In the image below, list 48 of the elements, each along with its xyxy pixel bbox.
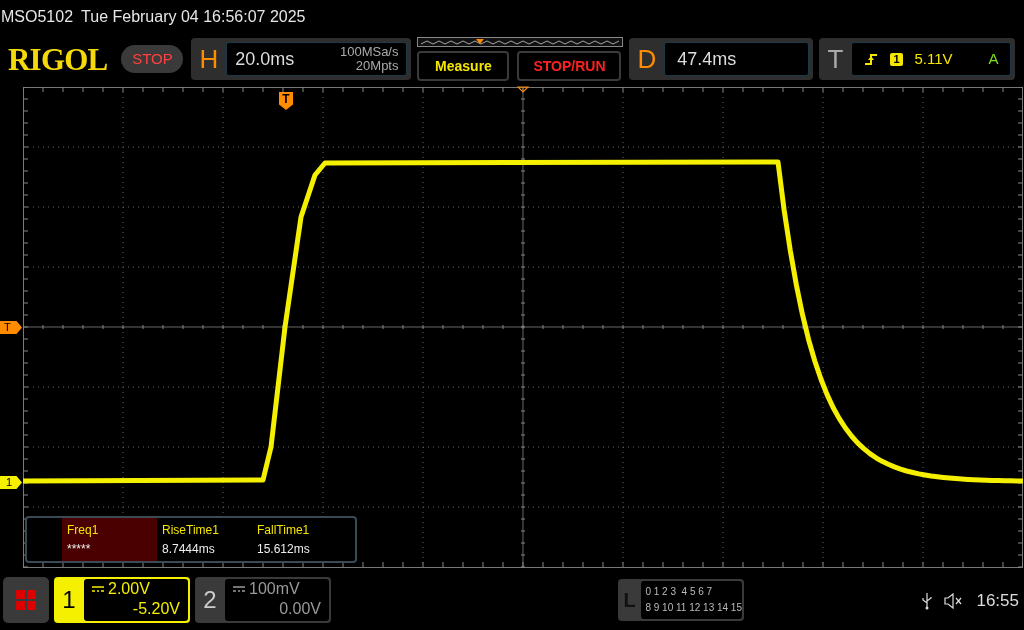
horizontal-label: H xyxy=(199,46,219,72)
measurement-item[interactable]: Freq1 ***** xyxy=(62,518,157,561)
trigger-panel[interactable]: T 1 5.11V A xyxy=(819,38,1016,80)
logic-channel-row-text: 8 9 10 11 12 13 14 15 xyxy=(645,601,742,615)
brand-logo: RIGOL xyxy=(8,43,108,75)
memory-depth: 20Mpts xyxy=(355,59,399,73)
channel-number: 2 xyxy=(202,585,218,615)
trigger-level-marker: T xyxy=(0,321,22,334)
measurement-item[interactable]: RiseTime1 8.7444ms xyxy=(157,518,252,561)
measurement-name: Freq1 xyxy=(67,521,100,539)
trigger-level: 5.11V xyxy=(914,48,953,69)
channel-offset-marker: 1 xyxy=(0,476,22,489)
usb-icon xyxy=(922,591,933,610)
clock: 16:55 xyxy=(976,590,1019,612)
trigger-position-marker: T xyxy=(279,92,293,110)
channel-number: 1 xyxy=(61,585,77,615)
rising-edge-icon xyxy=(864,52,879,66)
measurement-value: 8.7444ms xyxy=(162,540,216,558)
sample-rate: 100MSa/s xyxy=(339,45,399,59)
measurement-value: 15.612ms xyxy=(257,540,311,558)
channel-offset: 0.00V xyxy=(279,599,321,619)
horizontal-panel[interactable]: H 20.0ms 100MSa/s 20Mpts xyxy=(191,38,412,80)
channel-scale: 2.00V xyxy=(108,579,150,599)
trigger-source: 1 xyxy=(890,52,903,66)
delay-value: 47.4ms xyxy=(677,47,737,71)
logic-channel-row-text: 0 1 2 3 4 5 6 7 xyxy=(645,585,714,599)
model-name: MSO5102 xyxy=(1,7,74,27)
dc-coupling-icon xyxy=(92,586,104,592)
channel-panel[interactable]: 2 100mV 0.00V xyxy=(195,577,331,623)
channel-scale: 100mV xyxy=(249,579,300,599)
timebase-value: 20.0ms xyxy=(235,47,295,71)
delay-label: D xyxy=(637,46,657,72)
channel-offset: -5.20V xyxy=(132,599,180,619)
trigger-mode: A xyxy=(988,48,999,69)
date-time: Tue February 04 16:56:07 2025 xyxy=(81,7,306,27)
measurement-name: RiseTime1 xyxy=(162,521,220,539)
measurement-value: ***** xyxy=(67,540,92,558)
channel-panel[interactable]: 1 2.00V -5.20V xyxy=(54,577,190,623)
stop-run-button[interactable]: STOP/RUN xyxy=(517,51,622,81)
grid-icon xyxy=(15,589,37,611)
app-menu-button[interactable] xyxy=(3,577,49,623)
trigger-label: T xyxy=(827,46,844,72)
measurement-item[interactable]: FallTime1 15.612ms xyxy=(252,518,347,561)
measurement-name: FallTime1 xyxy=(257,521,311,539)
dc-coupling-icon xyxy=(233,586,245,592)
delay-panel[interactable]: D 47.4ms xyxy=(629,38,814,80)
measure-button[interactable]: Measure xyxy=(417,51,510,81)
delay-center-marker xyxy=(517,86,529,93)
